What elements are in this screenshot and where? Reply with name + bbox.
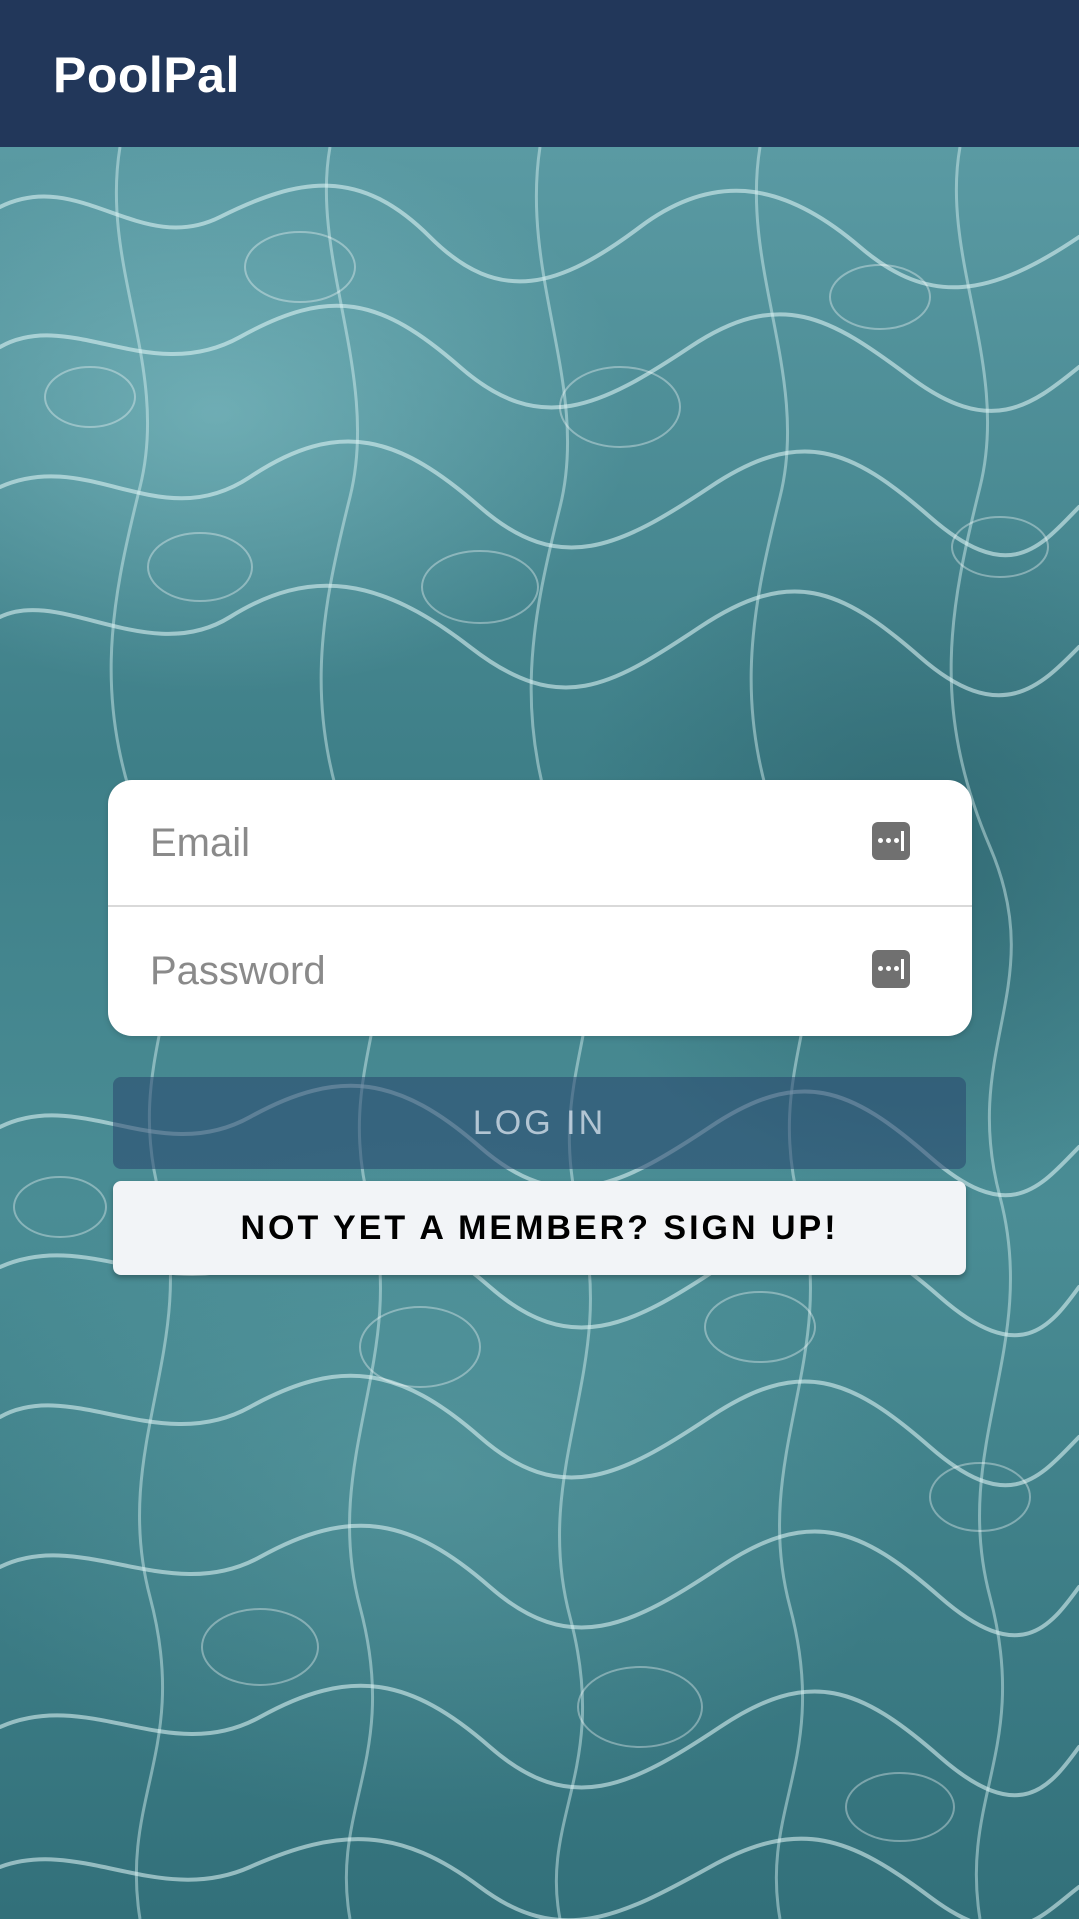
app-title: PoolPal [53,47,240,103]
signup-button[interactable]: NOT YET A MEMBER? SIGN UP! [113,1181,966,1275]
app-header: PoolPal [0,0,1079,147]
email-field-row [108,780,972,907]
password-key-icon[interactable] [872,950,910,988]
password-field-row [108,908,972,1035]
email-input[interactable] [150,810,850,876]
login-form [108,780,972,1036]
login-button[interactable]: LOG IN [113,1077,966,1169]
password-input[interactable] [150,938,850,1004]
password-key-icon[interactable] [872,822,910,860]
